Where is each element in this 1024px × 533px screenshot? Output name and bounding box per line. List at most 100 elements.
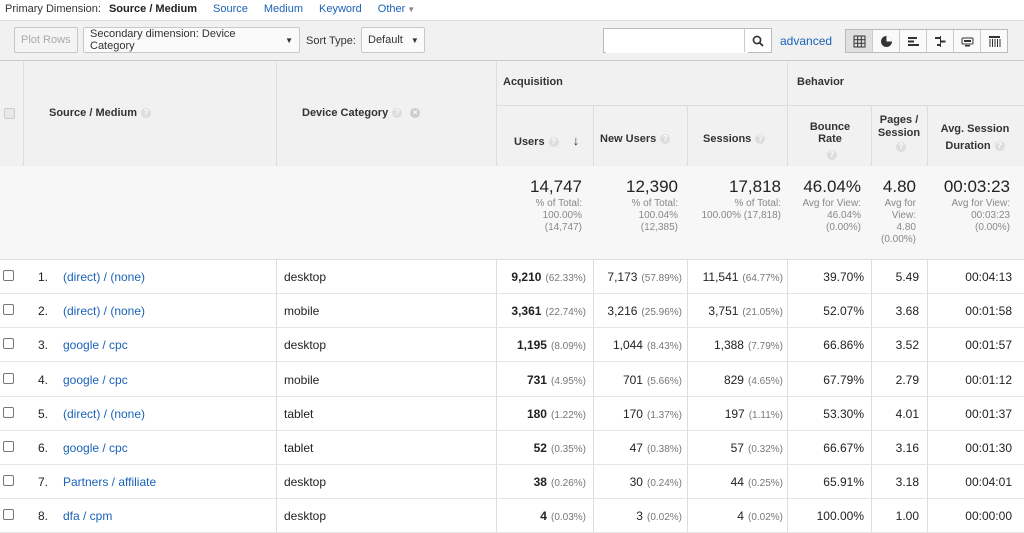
header-new-users[interactable]: New Users? <box>600 133 671 145</box>
header-pages-label-2: Session <box>877 127 921 139</box>
secondary-dimension-label: Secondary dimension: Device Category <box>90 28 236 52</box>
new-users-cell: 1,044 (8.43%) <box>594 338 682 352</box>
sessions-cell: 1,388 (7.79%) <box>688 338 783 352</box>
sessions-value: 829 <box>723 372 744 387</box>
device-category-cell: tablet <box>284 406 314 421</box>
header-pages-session[interactable]: Pages / Session? <box>874 114 924 153</box>
search-input[interactable] <box>606 30 748 53</box>
source-medium-link[interactable]: (direct) / (none) <box>63 407 145 421</box>
total-new-users-sub-3: (12,385) <box>640 222 678 233</box>
table-row: 2. (direct) / (none) mobile 3,361 (22.74%) 3,… <box>0 294 1024 329</box>
source-medium-link[interactable]: Partners / affiliate <box>63 475 156 489</box>
new-users-cell: 701 (5.66%) <box>594 373 682 387</box>
row-checkbox[interactable] <box>3 509 14 521</box>
total-sessions-sub-1: % of Total: <box>734 198 781 209</box>
row-checkbox[interactable] <box>3 475 14 487</box>
row-checkbox[interactable] <box>3 338 14 350</box>
header-bounce-rate[interactable]: Bounce Rate? <box>798 121 862 160</box>
total-avg-duration: 00:03:23 <box>943 177 1010 196</box>
users-percent: (0.26%) <box>550 478 586 490</box>
header-users[interactable]: Users? ↓ <box>514 133 579 148</box>
dimension-option-source[interactable]: Source <box>213 3 248 15</box>
dimension-option-medium[interactable]: Medium <box>264 3 303 15</box>
source-medium-link[interactable]: google / cpc <box>63 373 128 387</box>
help-icon[interactable]: ? <box>660 134 671 145</box>
users-percent: (62.33%) <box>545 273 586 284</box>
dimension-option-other[interactable]: Other ▼ <box>378 3 415 15</box>
bounce-rate-cell: 66.67% <box>823 441 864 455</box>
help-icon[interactable]: ? <box>392 108 403 119</box>
pages-session-cell: 1.00 <box>895 509 919 524</box>
avg-session-duration-cell: 00:01:57 <box>965 338 1012 353</box>
advanced-filter-link[interactable]: advanced <box>780 34 832 48</box>
header-new-users-label: New Users <box>600 133 657 145</box>
performance-view-icon[interactable] <box>900 30 927 52</box>
sort-type-dropdown[interactable]: Default ▼ <box>361 27 425 53</box>
table-row: 1. (direct) / (none) desktop 9,210 (62.33%) 7… <box>0 260 1024 294</box>
table-row: 7. Partners / affiliate desktop 38 (0.26%) 30… <box>0 465 1024 500</box>
total-new-users-sub-2: 100.04% <box>638 210 678 221</box>
users-cell: 3,361 (22.74%) <box>497 304 586 318</box>
sessions-value: 11,541 <box>702 270 739 284</box>
dimension-option-keyword[interactable]: Keyword <box>319 3 362 15</box>
header-device-category[interactable]: Device Category? × <box>302 107 421 119</box>
header-bounce-rate-label: Bounce Rate <box>809 121 851 145</box>
primary-dimension-bar: Primary Dimension: Source / Medium Sourc… <box>0 0 1024 18</box>
table-row: 8. dfa / cpm desktop 4 (0.03%) 3 (0.02%) 4 (0.02… <box>0 499 1024 533</box>
help-icon[interactable]: ? <box>896 142 906 153</box>
pages-session-cell: 3.52 <box>895 338 919 353</box>
pie-view-icon[interactable] <box>873 30 900 52</box>
row-checkbox[interactable] <box>3 372 14 384</box>
pivot-view-icon[interactable] <box>981 30 1007 52</box>
total-bounce-sub-1: Avg for View: <box>802 198 861 209</box>
secondary-dimension-dropdown[interactable]: Secondary dimension: Device Category ▼ <box>83 27 300 53</box>
header-source-medium[interactable]: Source / Medium? <box>49 107 152 119</box>
source-medium-link[interactable]: (direct) / (none) <box>63 270 145 284</box>
users-percent: (0.35%) <box>550 444 586 455</box>
header-sessions[interactable]: Sessions? <box>703 133 766 145</box>
table-row: 6. google / cpc tablet 52 (0.35%) 47 (0.38%) 57… <box>0 431 1024 465</box>
new-users-value: 3,216 <box>607 304 638 319</box>
row-checkbox[interactable] <box>3 406 14 418</box>
users-cell: 180 (1.22%) <box>497 407 586 421</box>
users-value: 731 <box>526 372 547 387</box>
new-users-percent: (8.43%) <box>646 341 682 353</box>
source-medium-link[interactable]: google / cpc <box>63 338 128 352</box>
sessions-cell: 57 (0.32%) <box>688 441 783 455</box>
new-users-percent: (0.38%) <box>646 444 682 455</box>
total-users-sub-3: (14,747) <box>544 222 582 233</box>
row-checkbox[interactable] <box>3 304 14 316</box>
total-duration-sub: Avg for View: 00:03:23 (0.00%) <box>928 198 1010 234</box>
row-index: 2. <box>38 304 49 319</box>
row-checkbox[interactable] <box>3 270 14 281</box>
new-users-cell: 170 (1.37%) <box>594 407 682 421</box>
help-icon[interactable]: ? <box>994 141 1005 152</box>
help-icon[interactable]: ? <box>548 137 559 148</box>
remove-dimension-icon[interactable]: × <box>410 108 421 119</box>
chevron-down-icon: ▼ <box>285 35 293 45</box>
source-medium-link[interactable]: dfa / cpm <box>63 509 112 523</box>
source-medium-link[interactable]: (direct) / (none) <box>63 304 145 318</box>
header-avg-session-duration[interactable]: Avg. Session Duration? <box>932 121 1018 155</box>
device-category-cell: desktop <box>284 475 327 490</box>
table-view-icon[interactable] <box>846 30 873 52</box>
term-cloud-icon[interactable] <box>954 30 981 52</box>
header-device-category-label: Device Category <box>302 107 389 119</box>
sort-type-value: Default <box>368 34 403 46</box>
help-icon[interactable]: ? <box>141 108 152 119</box>
plot-rows-button[interactable]: Plot Rows <box>14 27 78 53</box>
row-checkbox[interactable] <box>3 441 14 452</box>
search-button[interactable] <box>744 29 771 52</box>
comparison-view-icon[interactable] <box>927 30 954 52</box>
avg-session-duration-cell: 00:01:37 <box>965 406 1012 421</box>
select-all-checkbox[interactable] <box>4 108 15 119</box>
help-icon[interactable]: ? <box>827 150 837 160</box>
total-bounce-rate-sub: Avg for View: 46.04% (0.00%) <box>788 198 861 234</box>
help-icon[interactable]: ? <box>755 134 766 145</box>
source-medium-link[interactable]: google / cpc <box>63 441 128 455</box>
new-users-percent: (1.37%) <box>646 409 682 421</box>
new-users-value: 30 <box>629 475 643 490</box>
sessions-percent: (0.32%) <box>747 444 783 455</box>
chevron-down-icon: ▼ <box>407 5 416 14</box>
users-percent: (0.03%) <box>550 512 586 524</box>
